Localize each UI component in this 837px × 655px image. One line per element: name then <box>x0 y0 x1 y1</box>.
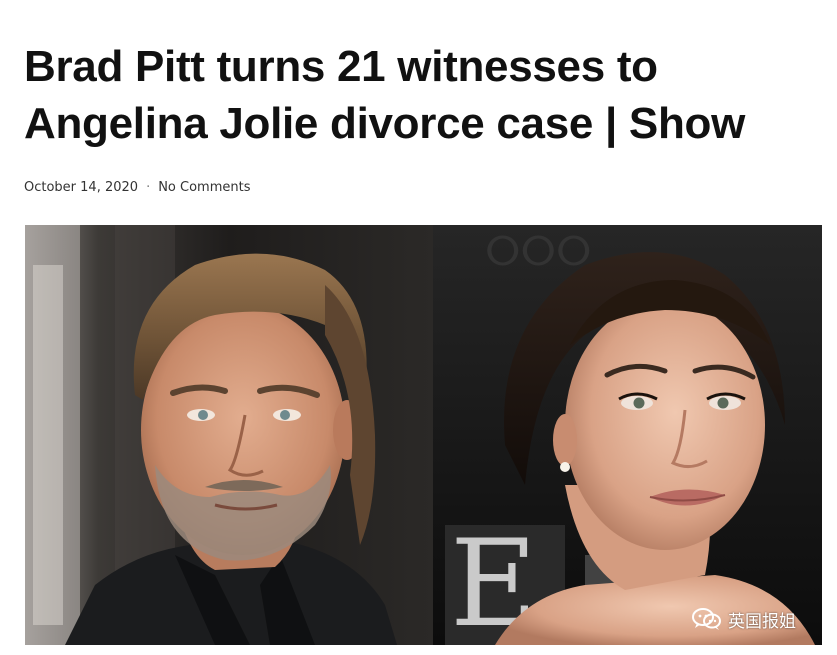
watermark: 英国报姐 <box>692 605 796 633</box>
watermark-text: 英国报姐 <box>728 611 796 632</box>
hero-image: ⵔⵔⵔ E <box>25 225 822 645</box>
wechat-icon <box>692 608 721 630</box>
article: Brad Pitt turns 21 witnesses to Angelina… <box>0 0 837 655</box>
comments-link[interactable]: No Comments <box>158 180 250 195</box>
meta-separator: · <box>146 180 151 195</box>
article-date: October 14, 2020 <box>24 180 139 195</box>
article-meta: October 14, 2020 · No Comments <box>24 180 250 195</box>
article-title: Brad Pitt turns 21 witnesses to Angelina… <box>24 42 746 148</box>
hero-illustration: ⵔⵔⵔ E <box>25 225 822 645</box>
svg-text:ⵔⵔⵔ: ⵔⵔⵔ <box>485 229 592 275</box>
